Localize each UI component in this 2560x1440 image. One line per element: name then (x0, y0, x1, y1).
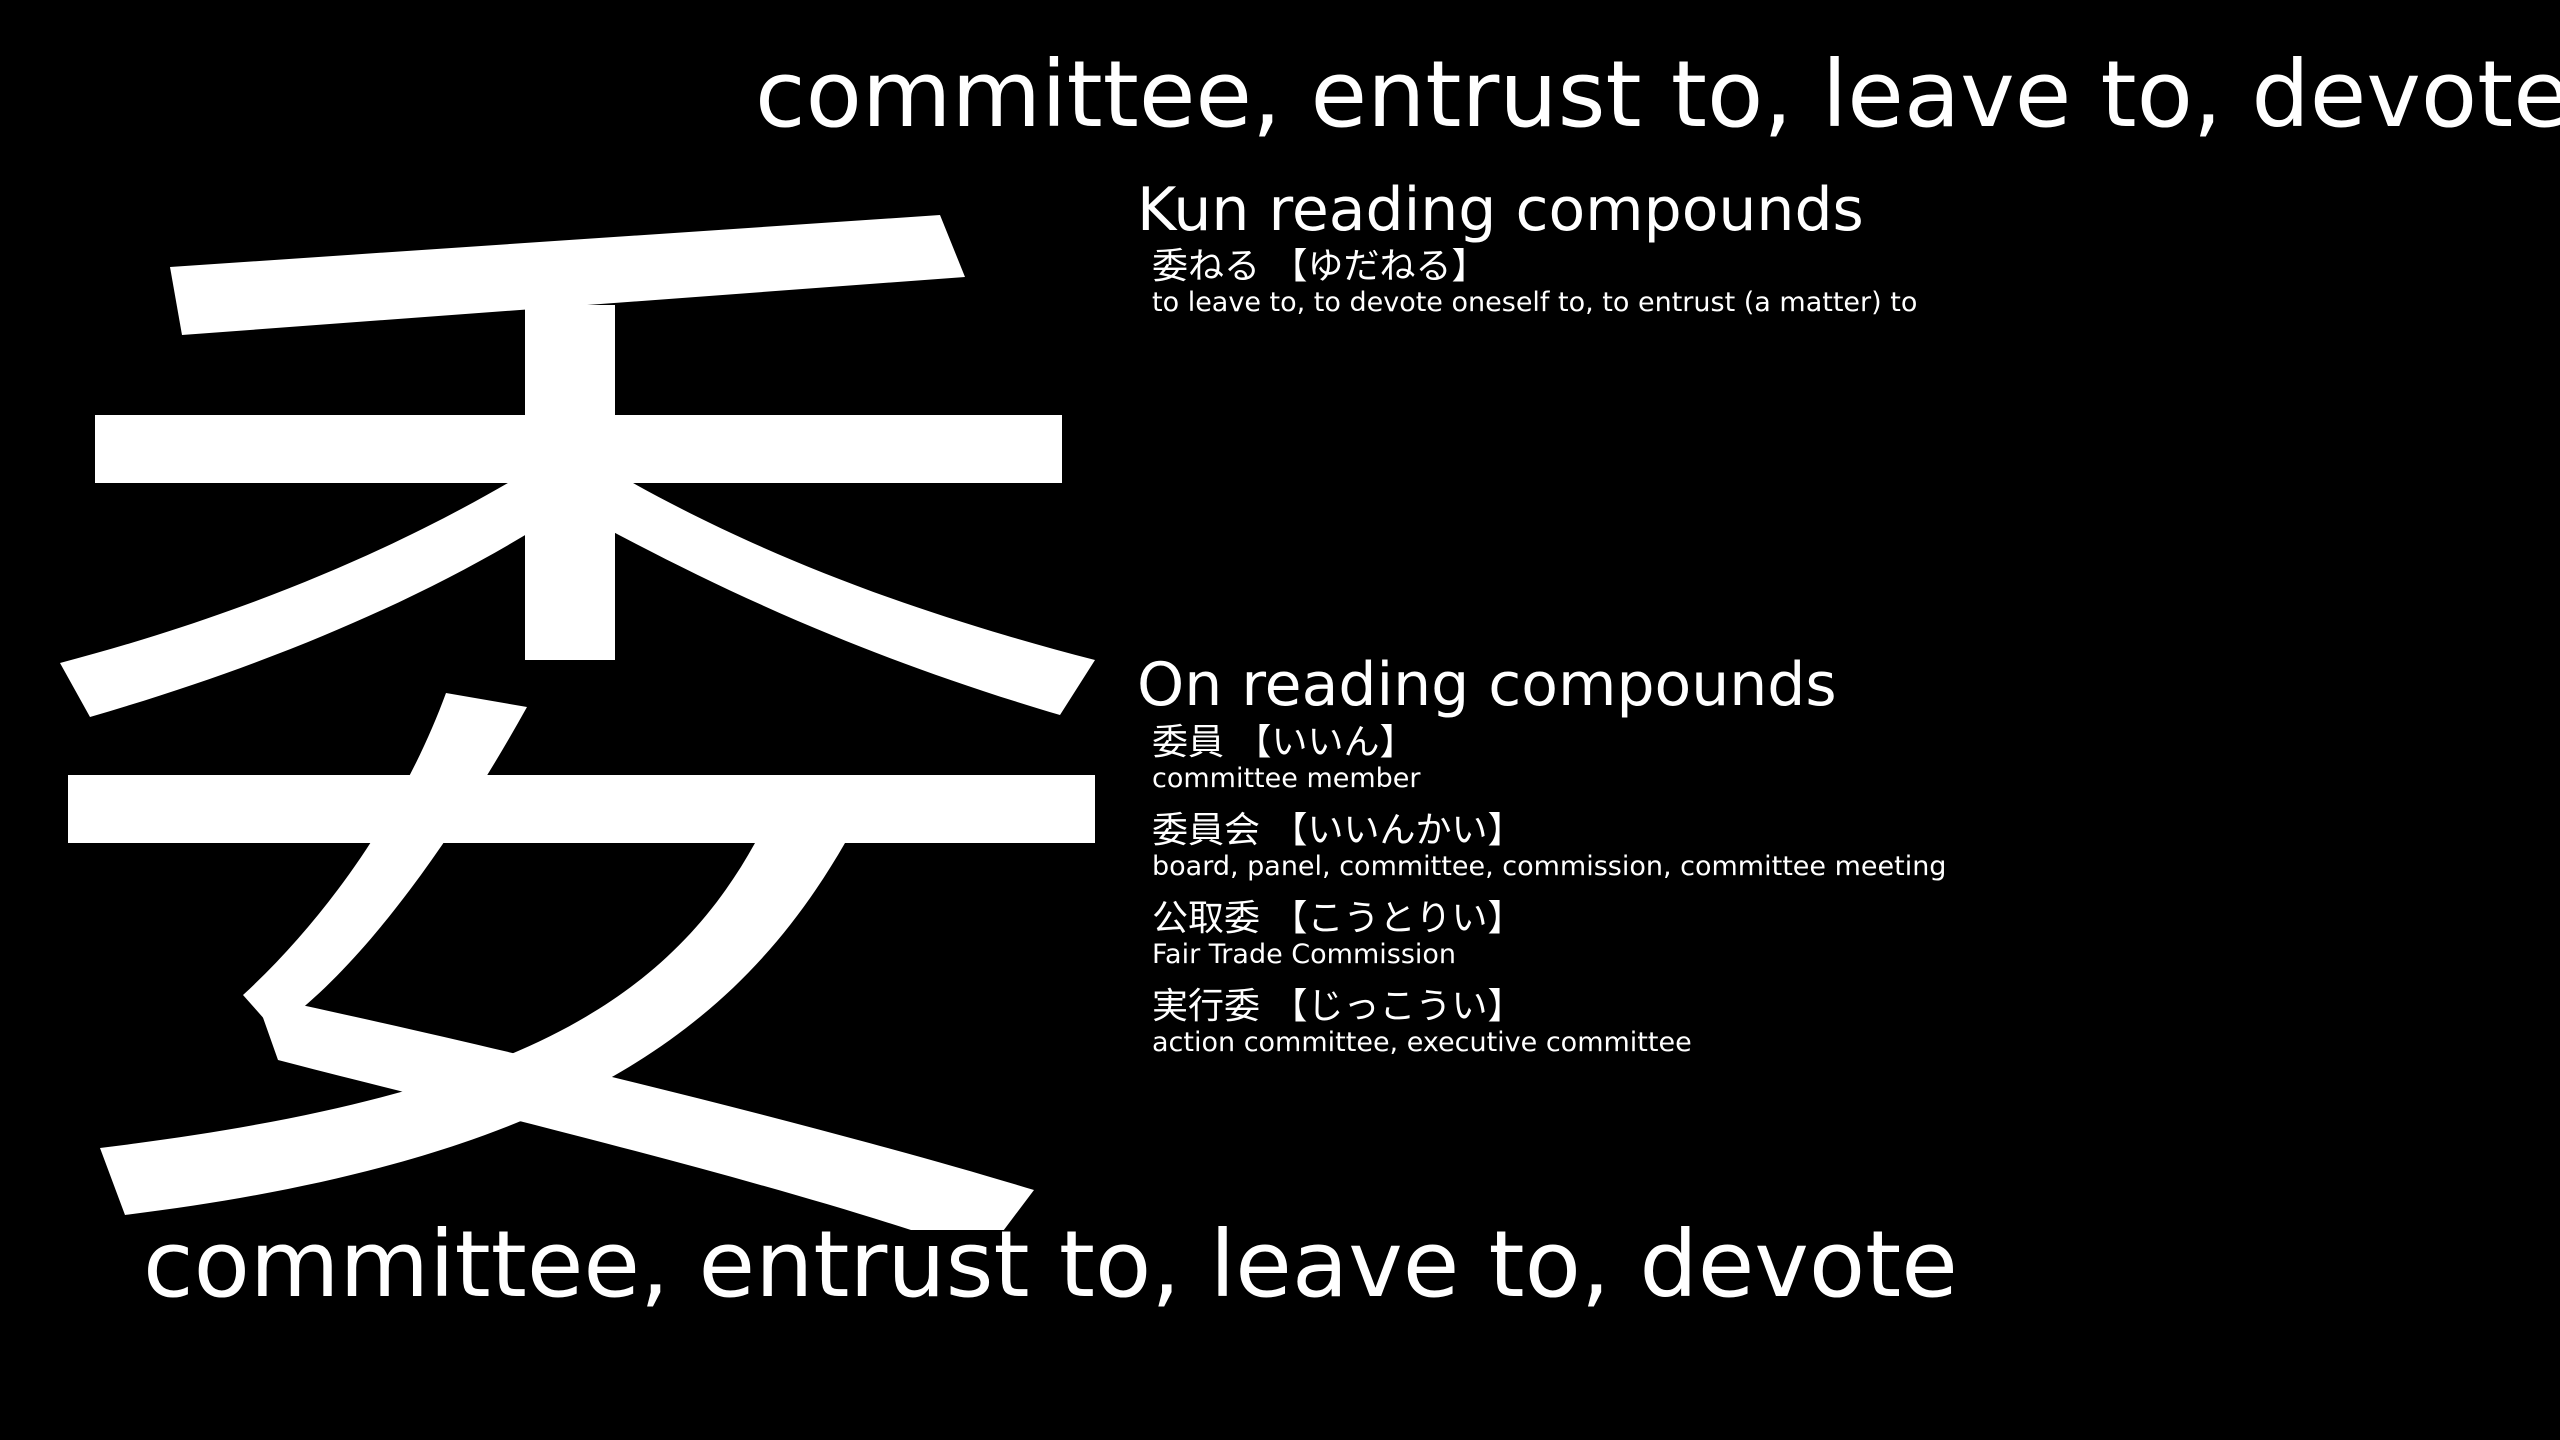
kanji-glyph (60, 215, 1095, 1230)
compound-gloss: committee member (1152, 763, 1421, 794)
kun-reading-heading: Kun reading compounds (1137, 175, 1864, 245)
compound-gloss: board, panel, committee, commission, com… (1152, 851, 1947, 882)
compound-gloss: Fair Trade Commission (1152, 939, 1457, 970)
compound-word: 委ねる 【ゆだねる】 (1152, 246, 1488, 287)
meaning-heading-bottom: committee, entrust to, leave to, devote (143, 1211, 1958, 1318)
on-compound-item: 委員会 【いいんかい】 board, panel, committee, com… (1152, 810, 1947, 883)
compound-word: 公取委 【こうとりい】 (1152, 898, 1524, 939)
compound-gloss: action committee, executive committee (1152, 1027, 1692, 1058)
compound-word: 委員 【いいん】 (1152, 722, 1416, 763)
on-compound-item: 委員 【いいん】 committee member (1152, 722, 1946, 795)
kun-compound-list: 委ねる 【ゆだねる】 to leave to, to devote onesel… (1152, 247, 1917, 335)
compound-word: 委員会 【いいんかい】 (1152, 810, 1524, 851)
meaning-heading-top: committee, entrust to, leave to, devote (755, 41, 2560, 148)
on-reading-heading: On reading compounds (1137, 650, 1837, 720)
on-compound-list: 委員 【いいん】 committee member 委員会 【いいんかい】 bo… (1152, 723, 1946, 1075)
kun-compound-item: 委ねる 【ゆだねる】 to leave to, to devote onesel… (1152, 246, 1918, 319)
compound-gloss: to leave to, to devote oneself to, to en… (1152, 287, 1918, 318)
on-compound-item: 公取委 【こうとりい】 Fair Trade Commission (1152, 898, 1946, 971)
compound-word: 実行委 【じっこうい】 (1152, 986, 1524, 1027)
on-compound-item: 実行委 【じっこうい】 action committee, executive … (1152, 986, 1946, 1059)
